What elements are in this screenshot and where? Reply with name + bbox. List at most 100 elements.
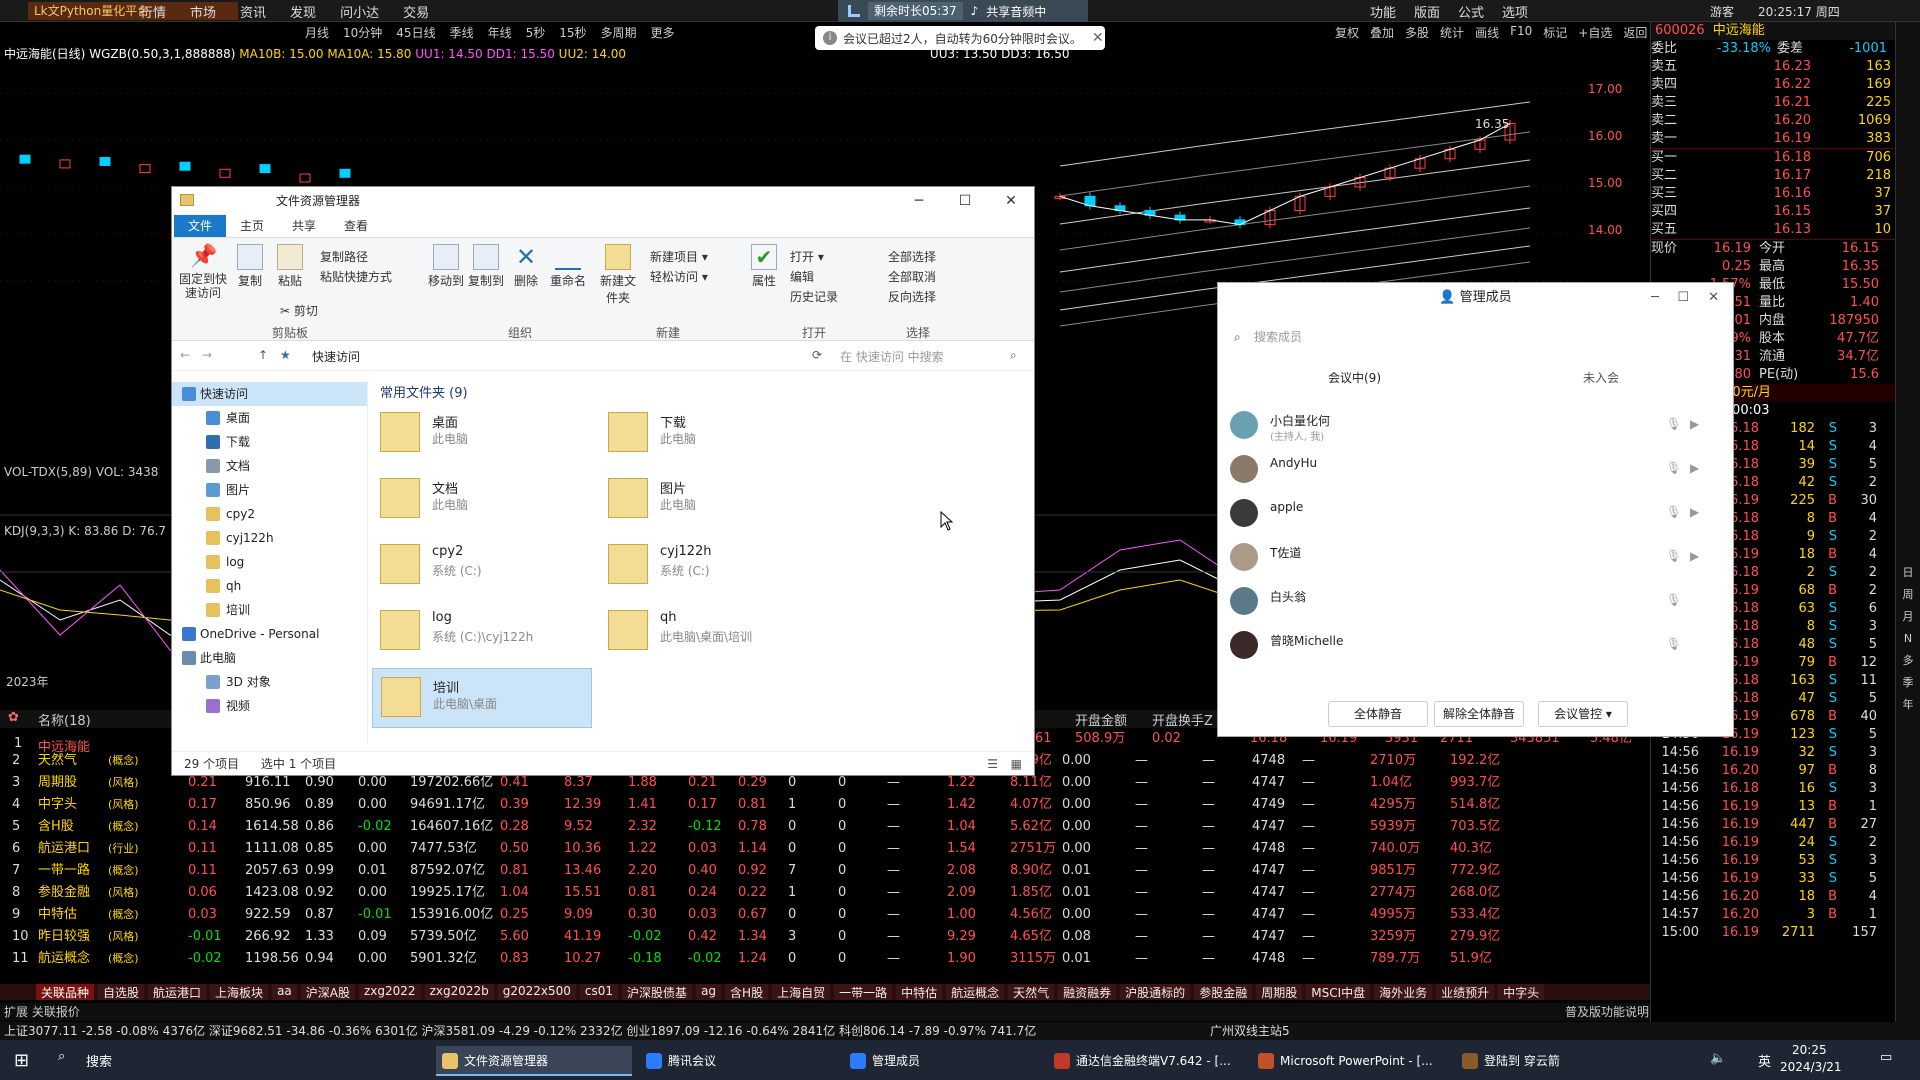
sheet-tab[interactable]: 沪股通标的 xyxy=(1120,984,1191,1000)
nav-item[interactable]: cyj122h xyxy=(172,526,367,550)
task-tencent-meeting[interactable]: 腾讯会议 xyxy=(640,1046,836,1076)
bid-row[interactable]: 买二 16.17 218 xyxy=(1651,167,1895,185)
sheet-tab[interactable]: 业绩预升 xyxy=(1436,984,1495,1000)
sheet-tab[interactable]: 上海自贸 xyxy=(772,984,831,1000)
close-button[interactable]: ✕ xyxy=(1708,283,1719,313)
details-view-icon[interactable]: ☰ xyxy=(987,752,998,776)
task-explorer[interactable]: 文件资源管理器 xyxy=(436,1046,632,1076)
period-15s[interactable]: 15秒 xyxy=(559,24,586,41)
table-row[interactable]: 4 中字头 (风格) 0.17 850.96 0.89 0.00 94691.17亿 0.39 1… xyxy=(0,794,1650,816)
paste-button[interactable]: 粘贴 xyxy=(272,244,308,289)
rename-button[interactable]: 重命名 xyxy=(548,244,588,289)
unmute-all-button[interactable]: 解除全体静音 xyxy=(1434,701,1524,727)
row-name[interactable]: 参股金融 xyxy=(38,882,90,904)
col-open-turnover[interactable]: 开盘换手Z xyxy=(1152,710,1213,729)
tab-share[interactable]: 共享 xyxy=(278,215,330,237)
strip-multi[interactable]: 多 xyxy=(1896,650,1920,672)
tiles-view-icon[interactable]: ▦ xyxy=(1011,752,1022,776)
folder-tile[interactable]: 文档 此电脑 xyxy=(372,470,592,530)
ask-row[interactable]: 卖四 16.22 169 xyxy=(1651,76,1895,94)
sheet-tab[interactable]: 上海板块 xyxy=(210,984,269,1000)
sheet-tab[interactable]: 航运港口 xyxy=(148,984,207,1000)
member-item[interactable]: 小白量化何 (主持人, 我) 🎙 ▶ xyxy=(1230,403,1720,447)
col-name[interactable]: 名称(18) xyxy=(38,710,91,729)
back-icon[interactable]: ← xyxy=(180,348,190,362)
member-item[interactable]: AndyHu 🎙 ▶ xyxy=(1230,447,1720,491)
user-label[interactable]: 游客 xyxy=(1710,3,1734,20)
copy-to-button[interactable]: 复制到 xyxy=(468,244,504,289)
strip-quarter[interactable]: 季 xyxy=(1896,672,1920,694)
folder-tile[interactable]: cpy2 系统 (C:) xyxy=(372,536,592,596)
history-button[interactable]: 历史记录 xyxy=(790,288,838,305)
member-item[interactable]: T佐道 🎙 ▶ xyxy=(1230,535,1720,579)
bid-row[interactable]: 买五 16.13 10 xyxy=(1651,221,1895,239)
row-name[interactable]: 周期股 xyxy=(38,772,77,794)
btn-fuquan[interactable]: 复权 xyxy=(1335,24,1359,41)
btn-multistock[interactable]: 多股 xyxy=(1405,24,1429,41)
table-row[interactable]: 6 航运港口 (行业) 0.11 1111.08 0.85 0.00 7477.53亿 0.50… xyxy=(0,838,1650,860)
menu-formula[interactable]: 公式 xyxy=(1458,2,1484,21)
btn-f10[interactable]: F10 xyxy=(1510,24,1532,41)
paste-shortcut-button[interactable]: 粘贴快捷方式 xyxy=(320,268,392,285)
camera-icon[interactable]: ▶ xyxy=(1690,505,1704,519)
mic-icon[interactable]: 🎙 xyxy=(1666,417,1681,431)
folder-tile[interactable]: 下载 此电脑 xyxy=(600,404,820,464)
btn-stats[interactable]: 统计 xyxy=(1440,24,1464,41)
strip-weekly[interactable]: 周 xyxy=(1896,584,1920,606)
version-help-link[interactable]: 普及版功能说明 xyxy=(1565,1003,1649,1021)
sheet-tab[interactable]: cs01 xyxy=(579,984,619,1000)
tab-not-joined[interactable]: 未入会 xyxy=(1583,369,1619,386)
mute-all-button[interactable]: 全体静音 xyxy=(1328,701,1428,727)
sheet-tab[interactable]: 天然气 xyxy=(1008,984,1055,1000)
table-row[interactable]: 10 昨日较强 (风格) -0.01 266.92 1.33 0.09 5739.50亿 5.6… xyxy=(0,926,1650,948)
sheet-tab[interactable]: 关联品种 xyxy=(36,984,95,1000)
sheet-tab[interactable]: 参股金融 xyxy=(1194,984,1253,1000)
sheet-tab[interactable]: 含H股 xyxy=(725,984,769,1000)
period-quarter[interactable]: 季线 xyxy=(450,24,474,41)
strip-monthly[interactable]: 月 xyxy=(1896,606,1920,628)
task-powerpoint[interactable]: Microsoft PowerPoint - [... xyxy=(1252,1046,1448,1076)
strip-n[interactable]: N xyxy=(1896,628,1920,650)
tab-in-meeting[interactable]: 会议中(9) xyxy=(1328,369,1381,386)
mic-icon[interactable]: 🎙 xyxy=(1666,505,1681,519)
period-month[interactable]: 月线 xyxy=(305,24,329,41)
table-row[interactable]: 7 一带一路 (概念) 0.11 2057.63 0.99 0.01 87592.07亿 0.8… xyxy=(0,860,1650,882)
row-name[interactable]: 昨日较强 xyxy=(38,926,90,948)
member-search-input[interactable]: ⌕ 搜索成员 xyxy=(1232,323,1719,351)
tab-home[interactable]: 主页 xyxy=(226,215,278,237)
notification-icon[interactable]: ▭ xyxy=(1880,1050,1892,1065)
folder-tile[interactable]: log 系统 (C:)\cyj122h xyxy=(372,602,592,662)
folder-tile[interactable]: 桌面 此电脑 xyxy=(372,404,592,464)
invert-selection-button[interactable]: 反向选择 xyxy=(888,288,936,305)
explorer-titlebar[interactable]: 文件资源管理器 ─ ☐ ✕ xyxy=(172,187,1034,215)
task-tdx[interactable]: 通达信金融终端V7.642 - [... xyxy=(1048,1046,1244,1076)
folder-tile[interactable]: qh 此电脑\桌面\培训 xyxy=(600,602,820,662)
minimize-button[interactable]: ─ xyxy=(1651,283,1659,313)
ask-row[interactable]: 卖二 16.20 1069 xyxy=(1651,112,1895,130)
tab-file[interactable]: 文件 xyxy=(174,215,227,237)
search-icon[interactable]: ⌕ xyxy=(1010,348,1017,363)
minimize-button[interactable]: ─ xyxy=(896,187,942,215)
nav-item[interactable]: 快速访问 xyxy=(172,382,367,406)
ask-row[interactable]: 卖五 16.23 163 xyxy=(1651,58,1895,76)
mic-icon[interactable]: 🎙 xyxy=(1666,593,1681,607)
sheet-tab[interactable]: 周期股 xyxy=(1256,984,1303,1000)
row-name[interactable]: 航运概念 xyxy=(38,948,90,970)
nav-item[interactable]: qh xyxy=(172,574,367,598)
sheet-tab[interactable]: 海外业务 xyxy=(1374,984,1433,1000)
folder-tile[interactable]: cyj122h 系统 (C:) xyxy=(600,536,820,596)
pin-button[interactable]: 📌 固定到快速访问 xyxy=(178,244,228,300)
nav-item[interactable]: 文档 xyxy=(172,454,367,478)
strip-year[interactable]: 年 xyxy=(1896,694,1920,716)
menu-hq[interactable]: 行情 xyxy=(140,2,166,21)
mic-icon[interactable]: 🎙 xyxy=(1666,549,1681,563)
table-row[interactable]: 5 含H股 (概念) 0.14 1614.58 0.86 -0.02 164607.16亿 0.… xyxy=(0,816,1650,838)
address-path[interactable]: 快速访问 xyxy=(312,348,360,365)
folder-tile[interactable]: 图片 此电脑 xyxy=(600,470,820,530)
new-item-button[interactable]: 新建项目 ▾ xyxy=(650,248,708,265)
sheet-tab[interactable]: 中特估 xyxy=(896,984,943,1000)
sheet-tab[interactable]: 融资融券 xyxy=(1058,984,1117,1000)
properties-button[interactable]: ✔ 属性 xyxy=(746,244,782,289)
nav-item[interactable]: OneDrive - Personal xyxy=(172,622,367,646)
sheet-tab[interactable]: 航运概念 xyxy=(946,984,1005,1000)
